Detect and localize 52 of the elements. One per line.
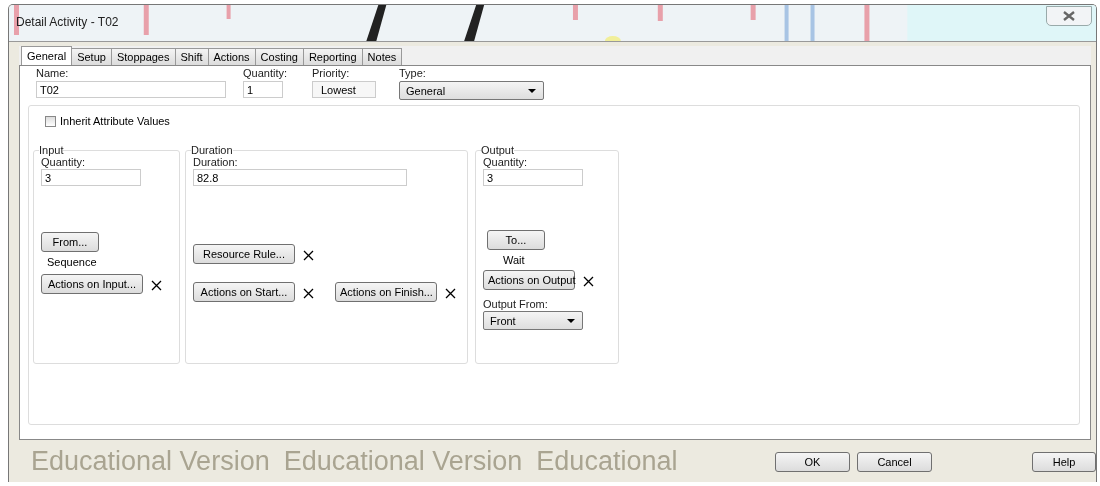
group-title: Output bbox=[481, 144, 515, 156]
clear-icon[interactable] bbox=[303, 250, 314, 261]
to-value: Wait bbox=[503, 254, 525, 266]
close-button[interactable] bbox=[1046, 6, 1092, 26]
quantity-field[interactable]: 3 bbox=[41, 169, 141, 186]
watermark-text: Educational Version bbox=[31, 446, 270, 477]
tab[interactable]: Stoppages bbox=[110, 48, 176, 65]
tab[interactable]: General bbox=[21, 46, 73, 65]
clear-icon[interactable] bbox=[445, 288, 456, 299]
field-label: Output From: bbox=[483, 298, 548, 311]
dialog-button[interactable]: OK bbox=[775, 452, 850, 472]
output-from-dropdown[interactable]: Front bbox=[483, 311, 583, 330]
actions-button[interactable]: Actions on Start... bbox=[193, 282, 295, 302]
field-label: Duration: bbox=[193, 156, 238, 169]
quantity-field[interactable]: 3 bbox=[483, 169, 583, 186]
checkbox-label: Inherit Attribute Values bbox=[60, 115, 170, 127]
clear-icon[interactable] bbox=[583, 276, 594, 287]
clear-icon[interactable] bbox=[151, 280, 162, 291]
tab[interactable]: Actions bbox=[207, 48, 256, 65]
watermark-text: Educational Version bbox=[283, 446, 523, 477]
actions-button[interactable]: Actions on Finish... bbox=[335, 282, 437, 302]
from-button[interactable]: From... bbox=[41, 232, 99, 252]
to-button[interactable]: To... bbox=[487, 230, 545, 250]
name-field[interactable]: T02 bbox=[36, 81, 226, 98]
field-label: Quantity: bbox=[483, 156, 528, 169]
field-label: Quantity: bbox=[41, 156, 86, 169]
actions-button[interactable]: Actions on Output bbox=[483, 270, 575, 290]
type-dropdown[interactable]: General bbox=[399, 81, 544, 100]
field-label: Type: bbox=[399, 67, 427, 80]
quantity-field[interactable]: 1 bbox=[243, 81, 283, 98]
field-label: Quantity: bbox=[243, 67, 289, 80]
checkbox[interactable] bbox=[45, 115, 56, 127]
clear-icon[interactable] bbox=[303, 288, 314, 299]
tab[interactable]: Reporting bbox=[302, 48, 363, 65]
from-value: Sequence bbox=[47, 256, 97, 268]
tab[interactable]: Costing bbox=[254, 48, 304, 65]
duration-field[interactable]: 82.8 bbox=[193, 169, 407, 186]
field-label: Name: bbox=[36, 67, 70, 80]
field-label: Priority: bbox=[312, 67, 351, 80]
resource-rule-button[interactable]: Resource Rule... bbox=[193, 244, 295, 264]
window-title: Detail Activity - T02 bbox=[16, 15, 119, 29]
watermark-text: Educational bbox=[536, 446, 678, 477]
group-title: Input bbox=[39, 144, 64, 156]
dialog-button[interactable]: Cancel bbox=[857, 452, 932, 472]
actions-button[interactable]: Actions on Input... bbox=[41, 274, 143, 294]
tab[interactable]: Notes bbox=[361, 48, 403, 65]
close-icon bbox=[1063, 11, 1075, 21]
tab[interactable]: Setup bbox=[71, 48, 112, 65]
group-title: Duration bbox=[191, 144, 233, 156]
dialog-button[interactable]: Help bbox=[1032, 452, 1096, 472]
priority-field[interactable]: Lowest bbox=[312, 81, 376, 98]
tab[interactable]: Shift bbox=[174, 48, 209, 65]
